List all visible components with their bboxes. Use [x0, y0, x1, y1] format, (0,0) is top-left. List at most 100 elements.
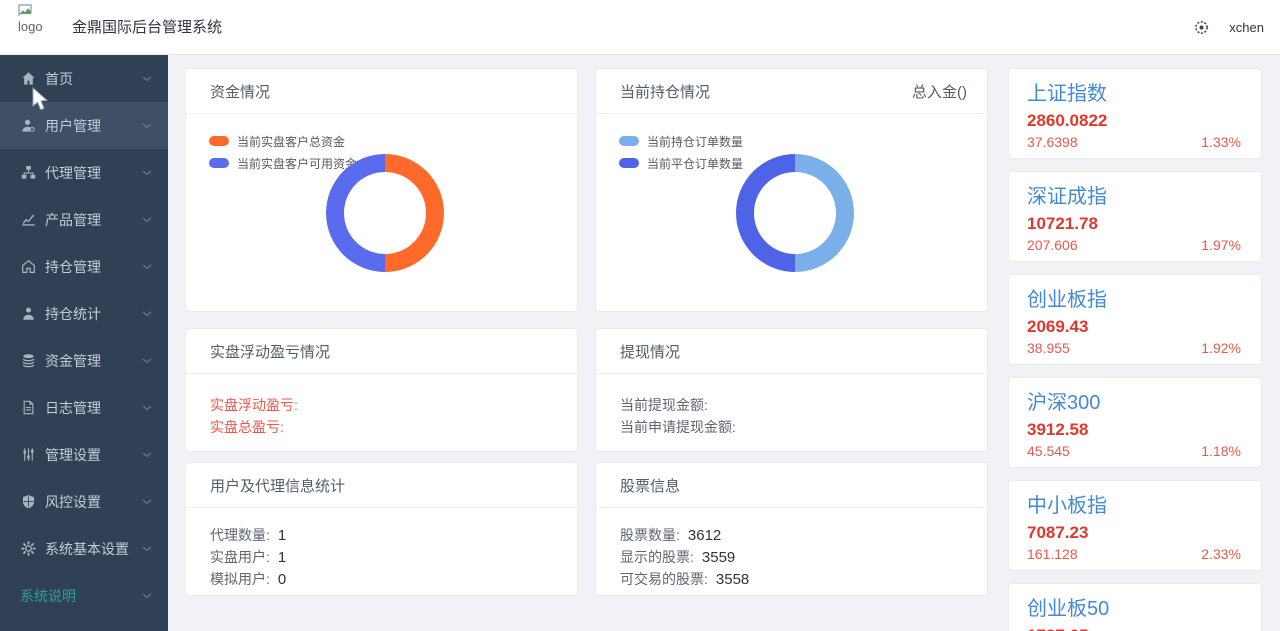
stat-row: 实盘用户: 1: [210, 546, 553, 568]
sidebar-item-label: 管理设置: [45, 445, 142, 465]
index-name: 深证成指: [1027, 185, 1241, 209]
sidebar-item-position-management[interactable]: 持仓管理: [0, 243, 168, 290]
chevron-down-icon: [142, 311, 152, 317]
card-title: 股票信息: [620, 475, 680, 496]
main-content: 资金情况 当前实盘客户总资金 当前实盘客户可用资金: [168, 55, 1280, 631]
pnl-card: 实盘浮动盈亏情况 实盘浮动盈亏: 实盘总盈亏:: [185, 328, 578, 452]
chevron-down-icon: [142, 499, 152, 505]
index-change: 161.128: [1027, 546, 1078, 562]
user-stats-card-header: 用户及代理信息统计: [186, 463, 577, 508]
legend-item[interactable]: 当前实盘客户总资金: [209, 134, 357, 148]
stat-label: 可交易的股票:: [620, 569, 708, 589]
stat-value: 1: [278, 527, 286, 544]
chevron-down-icon: [142, 123, 152, 129]
sidebar-item-user-management[interactable]: 用户管理: [0, 102, 168, 149]
index-percent: 1.92%: [1201, 340, 1241, 356]
sidebar-item-admin-settings[interactable]: 管理设置: [0, 431, 168, 478]
index-card-csi300[interactable]: 沪深300 3912.58 45.545 1.18%: [1008, 377, 1262, 468]
index-value: 7087.23: [1027, 523, 1241, 543]
user-stats-icon: [20, 306, 36, 322]
withdraw-card: 提现情况 当前提现金额: 当前申请提现金额:: [595, 328, 988, 452]
stat-row: 模拟用户: 0: [210, 568, 553, 590]
index-name: 创业板50: [1027, 597, 1241, 621]
index-change: 45.545: [1027, 443, 1070, 459]
user-stats-card: 用户及代理信息统计 代理数量: 1 实盘用户: 1 模拟用户: 0: [185, 462, 578, 596]
stat-row: 可交易的股票: 3558: [620, 568, 963, 590]
sidebar-item-system-info[interactable]: 系统说明: [0, 572, 168, 619]
sidebar-item-system-basic-settings[interactable]: 系统基本设置: [0, 525, 168, 572]
chevron-down-icon: [142, 264, 152, 270]
card-title: 资金情况: [210, 81, 270, 102]
total-deposit-label: 总入金(): [912, 81, 967, 102]
index-card-shanghai[interactable]: 上证指数 2860.0822 37.6398 1.33%: [1008, 68, 1262, 159]
logo-image-broken: logo: [18, 4, 68, 50]
stat-value: 3559: [702, 549, 735, 566]
index-value: 10721.78: [1027, 214, 1241, 234]
index-percent: 2.33%: [1201, 546, 1241, 562]
card-title: 实盘浮动盈亏情况: [210, 341, 330, 362]
legend-item[interactable]: 当前持仓订单数量: [619, 134, 743, 148]
sidebar-item-product-management[interactable]: 产品管理: [0, 196, 168, 243]
total-pnl-line: 实盘总盈亏:: [210, 416, 553, 438]
legend-swatch-blue: [209, 158, 229, 168]
settings-target-icon[interactable]: [1194, 20, 1209, 35]
card-row-3: 用户及代理信息统计 代理数量: 1 实盘用户: 1 模拟用户: 0: [185, 462, 988, 596]
card-title: 用户及代理信息统计: [210, 475, 345, 496]
funds-chart-area: 当前实盘客户总资金 当前实盘客户可用资金: [186, 114, 577, 311]
stat-label: 模拟用户:: [210, 569, 270, 589]
stat-label: 股票数量:: [620, 525, 680, 545]
index-card-shenzhen[interactable]: 深证成指 10721.78 207.606 1.97%: [1008, 171, 1262, 262]
sidebar-item-log-management[interactable]: 日志管理: [0, 384, 168, 431]
index-name: 创业板指: [1027, 288, 1241, 312]
sidebar-item-funds-management[interactable]: 资金管理: [0, 337, 168, 384]
card-row-2: 实盘浮动盈亏情况 实盘浮动盈亏: 实盘总盈亏: 提现情况 当前提现金额: 当前申…: [185, 328, 988, 452]
stock-info-body: 股票数量: 3612 显示的股票: 3559 可交易的股票: 3558: [596, 508, 987, 590]
index-name: 沪深300: [1027, 391, 1241, 415]
funds-donut-chart: [326, 154, 444, 272]
sidebar-item-label: 用户管理: [45, 116, 142, 136]
legend-item[interactable]: 当前实盘客户可用资金: [209, 156, 357, 170]
stat-value: 1: [278, 549, 286, 566]
sidebar-item-label: 持仓管理: [45, 257, 142, 277]
stat-row: 股票数量: 3612: [620, 524, 963, 546]
stat-row: 显示的股票: 3559: [620, 546, 963, 568]
sidebar-item-label: 日志管理: [45, 398, 142, 418]
sidebar-item-label: 首页: [45, 69, 142, 89]
warehouse-icon: [20, 259, 36, 275]
sidebar: 首页 用户管理 代理管理: [0, 55, 168, 631]
withdraw-request-line: 当前申请提现金额:: [620, 416, 963, 438]
index-card-chinext50[interactable]: 创业板50 1787.65: [1008, 583, 1262, 631]
stat-label: 实盘用户:: [210, 547, 270, 567]
sliders-icon: [20, 447, 36, 463]
sidebar-item-risk-settings[interactable]: 风控设置: [0, 478, 168, 525]
index-card-sme[interactable]: 中小板指 7087.23 161.128 2.33%: [1008, 480, 1262, 571]
index-value: 2860.0822: [1027, 111, 1241, 131]
positions-donut-chart: [736, 154, 854, 272]
stat-row: 代理数量: 1: [210, 524, 553, 546]
sidebar-item-home[interactable]: 首页: [0, 55, 168, 102]
gear-icon: [20, 541, 36, 557]
legend-item[interactable]: 当前平仓订单数量: [619, 156, 743, 170]
home-icon: [20, 71, 36, 87]
index-name: 上证指数: [1027, 82, 1241, 106]
legend-swatch-orange: [209, 136, 229, 146]
cards-column: 资金情况 当前实盘客户总资金 当前实盘客户可用资金: [185, 68, 988, 631]
index-value: 3912.58: [1027, 420, 1241, 440]
index-card-chinext[interactable]: 创业板指 2069.43 38.955 1.92%: [1008, 274, 1262, 365]
chevron-down-icon: [142, 76, 152, 82]
username[interactable]: xchen: [1229, 20, 1264, 35]
card-row-1: 资金情况 当前实盘客户总资金 当前实盘客户可用资金: [185, 68, 988, 312]
index-percent: 1.33%: [1201, 134, 1241, 150]
positions-card: 当前持仓情况 总入金() 当前持仓订单数量 当前平仓订单数量: [595, 68, 988, 312]
index-change: 207.606: [1027, 237, 1078, 253]
sidebar-item-agent-management[interactable]: 代理管理: [0, 149, 168, 196]
broken-image-icon: [18, 4, 32, 16]
stat-value: 3558: [716, 571, 749, 588]
legend-label: 当前实盘客户总资金: [237, 133, 345, 150]
legend-swatch-lightblue: [619, 136, 639, 146]
stat-value: 0: [278, 571, 286, 588]
sidebar-item-position-stats[interactable]: 持仓统计: [0, 290, 168, 337]
positions-chart-area: 当前持仓订单数量 当前平仓订单数量: [596, 114, 987, 311]
pnl-card-header: 实盘浮动盈亏情况: [186, 329, 577, 374]
card-title: 提现情况: [620, 341, 680, 362]
